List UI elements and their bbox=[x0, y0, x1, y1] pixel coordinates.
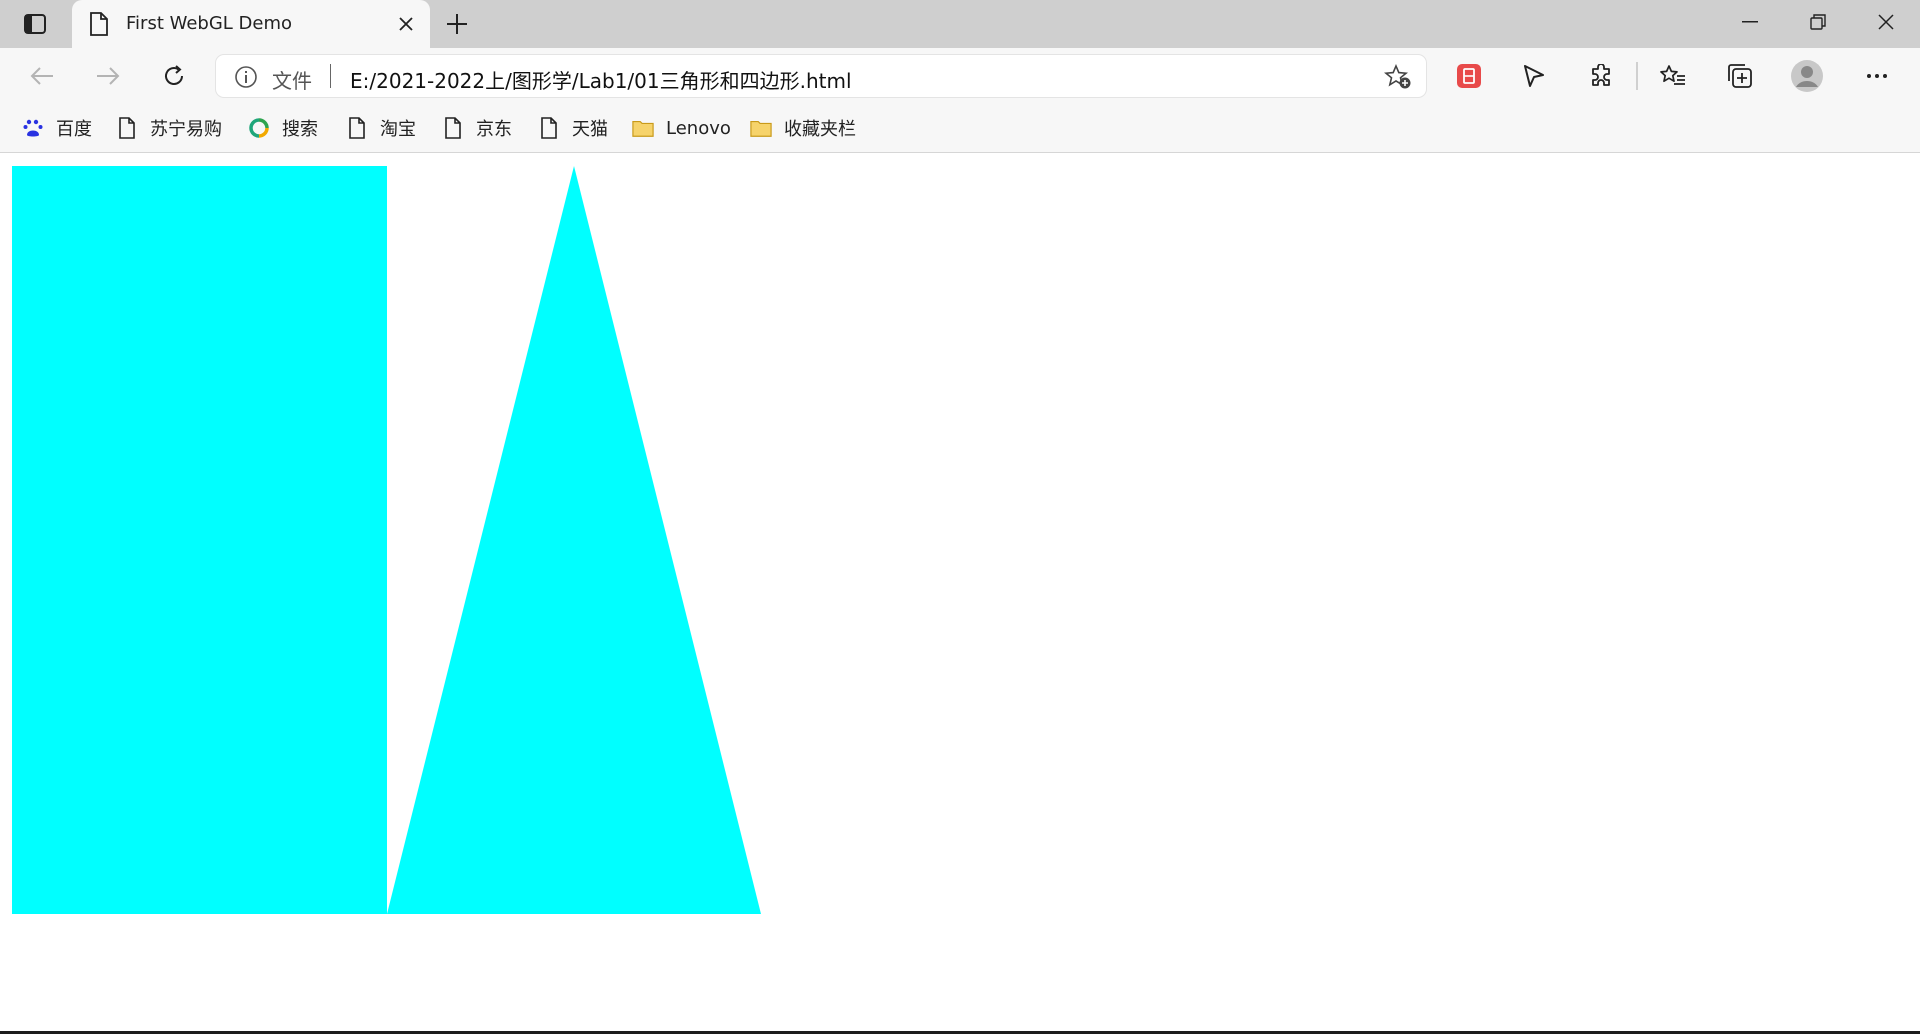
bookmark-label: 百度 bbox=[56, 119, 92, 140]
bookmark-folder-lenovo[interactable]: Lenovo bbox=[632, 114, 731, 142]
minimize-button[interactable] bbox=[1716, 0, 1784, 44]
bookmark-baidu[interactable]: 百度 bbox=[22, 114, 92, 142]
page-viewport bbox=[0, 153, 1920, 1034]
collections-button[interactable] bbox=[1723, 60, 1757, 92]
toolbar-divider bbox=[1636, 62, 1638, 90]
new-tab-button[interactable] bbox=[440, 9, 474, 39]
restore-button[interactable] bbox=[1784, 0, 1852, 44]
address-separator bbox=[330, 64, 331, 88]
bookmark-suning[interactable]: 苏宁易购 bbox=[116, 114, 222, 142]
tab-title: First WebGL Demo bbox=[126, 13, 293, 34]
bookmarks-bar: 百度 苏宁易购 搜索 淘宝 京东 天猫 Lenovo 收藏夹栏 bbox=[0, 104, 1920, 153]
cursor-icon bbox=[1524, 65, 1544, 87]
restore-icon bbox=[1810, 14, 1826, 30]
more-options-button[interactable] bbox=[1860, 60, 1894, 92]
info-icon[interactable] bbox=[234, 65, 258, 89]
page-icon bbox=[346, 116, 368, 140]
bookmark-label: 苏宁易购 bbox=[150, 119, 222, 140]
refresh-icon bbox=[165, 65, 183, 85]
search-ring-icon bbox=[248, 116, 270, 140]
tab-actions-icon bbox=[24, 14, 46, 34]
page-icon bbox=[538, 116, 560, 140]
plus-icon bbox=[447, 14, 467, 34]
page-icon bbox=[442, 116, 464, 140]
bookmark-label: Lenovo bbox=[666, 117, 731, 139]
bookmark-label: 收藏夹栏 bbox=[784, 119, 856, 140]
forward-button[interactable] bbox=[88, 58, 128, 94]
arrow-right-icon bbox=[97, 67, 120, 85]
bookmark-search[interactable]: 搜索 bbox=[248, 114, 318, 142]
bookmark-tmall[interactable]: 天猫 bbox=[538, 114, 608, 142]
quad-shape bbox=[12, 166, 387, 914]
folder-icon bbox=[632, 116, 654, 140]
page-icon bbox=[116, 116, 138, 140]
triangle-shape bbox=[387, 166, 761, 914]
bookmark-jd[interactable]: 京东 bbox=[442, 114, 512, 142]
extensions-button[interactable] bbox=[1584, 60, 1618, 92]
favorites-button[interactable] bbox=[1656, 60, 1690, 92]
url-text[interactable]: E:/2021-2022上/图形学/Lab1/01三角形和四边形.html bbox=[350, 65, 852, 94]
arrow-left-icon bbox=[30, 67, 53, 85]
profile-button[interactable] bbox=[1790, 60, 1824, 92]
navigation-toolbar: 文件 E:/2021-2022上/图形学/Lab1/01三角形和四边形.html bbox=[0, 48, 1920, 104]
baidu-icon bbox=[22, 116, 44, 140]
folder-icon bbox=[750, 116, 772, 140]
bookmark-label: 搜索 bbox=[282, 119, 318, 140]
browser-tab[interactable]: First WebGL Demo bbox=[72, 0, 430, 48]
cursor-extension-button[interactable] bbox=[1517, 60, 1551, 92]
close-icon bbox=[1878, 14, 1894, 30]
favorites-list-icon bbox=[1660, 65, 1685, 85]
bookmark-taobao[interactable]: 淘宝 bbox=[346, 114, 416, 142]
more-icon bbox=[1867, 74, 1887, 78]
bookmark-folder-favorites[interactable]: 收藏夹栏 bbox=[750, 114, 856, 142]
avatar-icon bbox=[1791, 60, 1823, 92]
collections-icon bbox=[1728, 64, 1752, 88]
close-window-button[interactable] bbox=[1852, 0, 1920, 44]
tab-bar: First WebGL Demo bbox=[0, 0, 1920, 48]
back-button[interactable] bbox=[22, 58, 62, 94]
bookmark-label: 京东 bbox=[476, 119, 512, 140]
site-info-label[interactable]: 文件 bbox=[272, 65, 312, 94]
address-bar[interactable]: 文件 E:/2021-2022上/图形学/Lab1/01三角形和四边形.html bbox=[216, 55, 1426, 97]
bookmark-label: 淘宝 bbox=[380, 119, 416, 140]
minimize-icon bbox=[1742, 21, 1758, 23]
tab-close-button[interactable] bbox=[394, 12, 418, 36]
add-favorite-icon[interactable] bbox=[1384, 64, 1412, 90]
red-extension-icon bbox=[1457, 64, 1481, 88]
webgl-canvas bbox=[12, 166, 761, 914]
bookmark-label: 天猫 bbox=[572, 119, 608, 140]
extension-red-button[interactable] bbox=[1452, 60, 1486, 92]
page-icon bbox=[90, 12, 108, 36]
tab-actions-menu-button[interactable] bbox=[18, 10, 52, 38]
puzzle-icon bbox=[1592, 64, 1610, 86]
close-icon bbox=[399, 17, 413, 31]
refresh-button[interactable] bbox=[154, 58, 194, 94]
